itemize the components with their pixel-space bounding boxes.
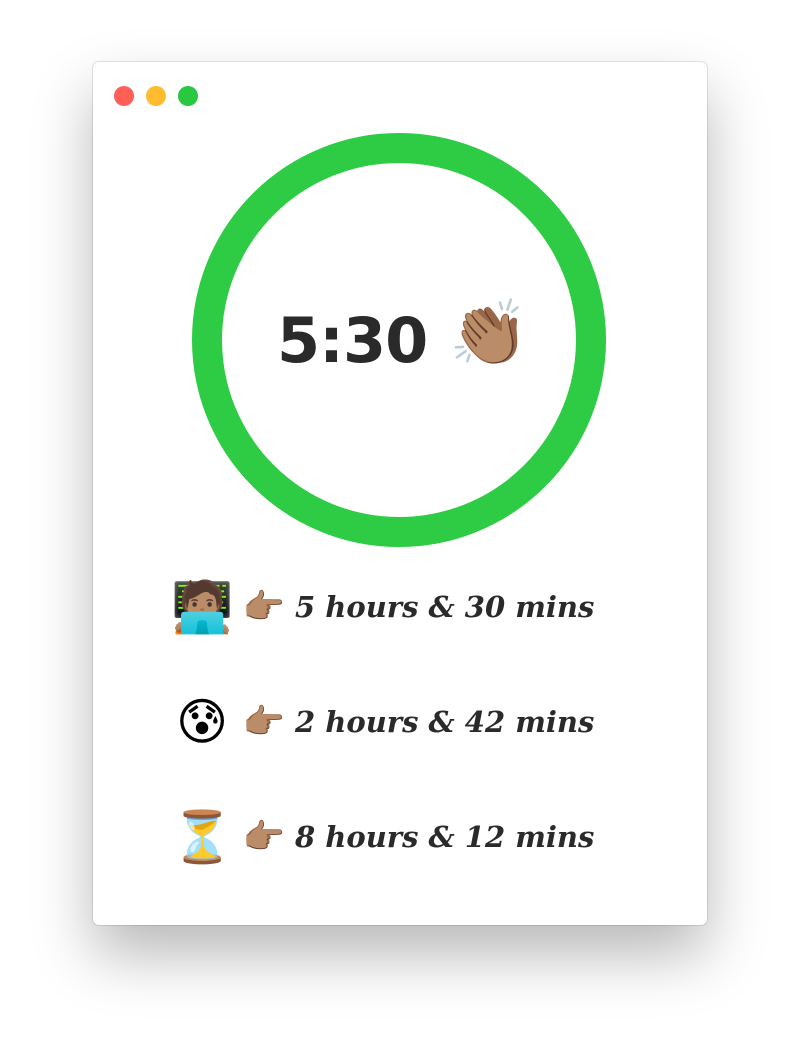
stat-row-stress: 😰 👉🏽 2 hours & 42 mins <box>171 692 671 752</box>
hourglass-icon: ⏳ <box>171 808 234 866</box>
person-laptop-icon: 🧑🏽‍💻 <box>171 578 234 636</box>
app-window: 5:30 👏🏽 🧑🏽‍💻 👉🏽 5 hours & 30 mins 😰 👉🏽 2… <box>93 62 707 925</box>
pointing-right-icon: 👉🏽 <box>242 587 286 627</box>
zoom-button[interactable] <box>178 86 198 106</box>
close-button[interactable] <box>114 86 134 106</box>
window-controls <box>114 86 198 106</box>
stat-row-work: 🧑🏽‍💻 👉🏽 5 hours & 30 mins <box>171 577 671 637</box>
desktop-background: 5:30 👏🏽 🧑🏽‍💻 👉🏽 5 hours & 30 mins 😰 👉🏽 2… <box>0 0 800 1049</box>
stat-row-total: ⏳ 👉🏽 8 hours & 12 mins <box>171 807 671 867</box>
stat-stress-duration: 2 hours & 42 mins <box>295 705 595 739</box>
minimize-button[interactable] <box>146 86 166 106</box>
anxious-sweat-face-icon: 😰 <box>175 693 229 751</box>
stats-list: 🧑🏽‍💻 👉🏽 5 hours & 30 mins 😰 👉🏽 2 hours &… <box>171 577 671 922</box>
timer-center: 5:30 👏🏽 <box>192 133 606 547</box>
clapping-hands-icon: 👏🏽 <box>449 297 529 371</box>
pointing-right-icon: 👉🏽 <box>242 702 286 742</box>
timer-display: 5:30 <box>277 303 428 377</box>
stat-work-duration: 5 hours & 30 mins <box>295 590 595 624</box>
timer-ring: 5:30 👏🏽 <box>192 133 606 547</box>
stat-total-duration: 8 hours & 12 mins <box>295 820 595 854</box>
pointing-right-icon: 👉🏽 <box>242 817 286 857</box>
